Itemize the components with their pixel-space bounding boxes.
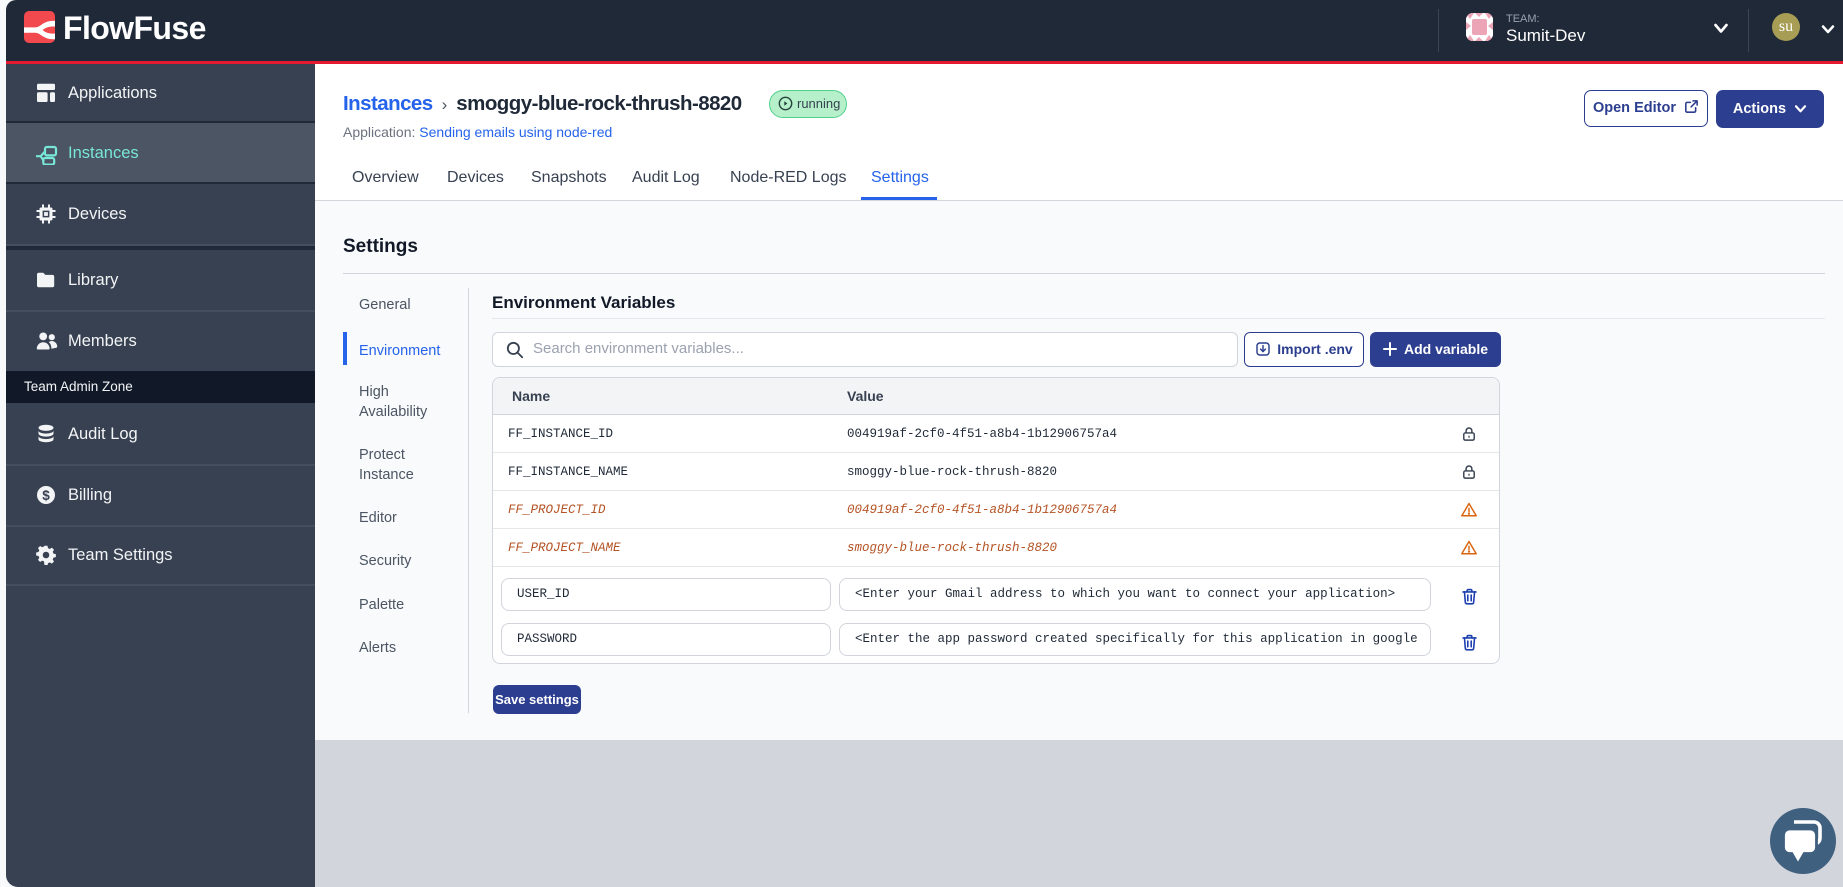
svg-text:$: $ xyxy=(42,488,50,503)
